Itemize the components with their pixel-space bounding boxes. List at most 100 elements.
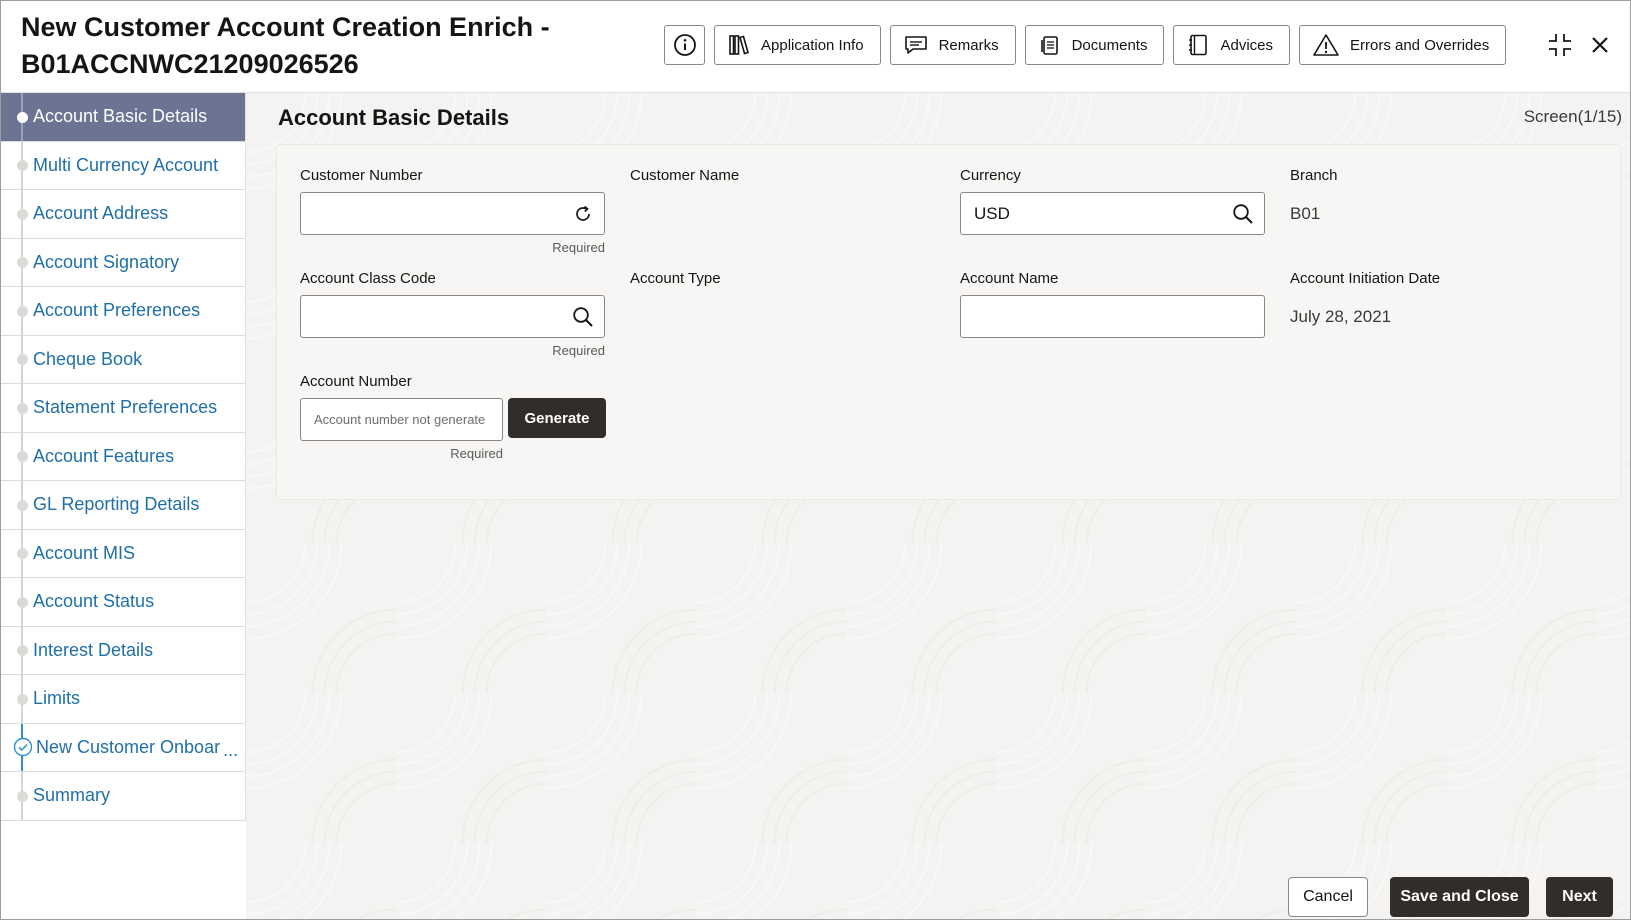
currency-value: USD: [974, 203, 1010, 223]
account-initiation-date-value: July 28, 2021: [1290, 307, 1392, 326]
sidebar-item-interest-details[interactable]: Interest Details: [1, 626, 245, 675]
sidebar-item-label: Cheque Book: [33, 348, 143, 369]
step-dot-icon: [17, 548, 28, 560]
customer-number-input[interactable]: [300, 192, 605, 235]
currency-group: Currency USD: [960, 167, 1265, 235]
errors-overrides-button[interactable]: Errors and Overrides: [1299, 25, 1507, 65]
step-dot-icon: [17, 451, 28, 463]
remarks-label: Remarks: [938, 36, 999, 54]
books-icon: [729, 35, 749, 55]
warning-icon: [1313, 34, 1339, 56]
step-dot-icon: [17, 596, 28, 608]
sidebar-item-account-signatory[interactable]: Account Signatory: [1, 238, 245, 287]
customer-name-group: Customer Name: [630, 167, 739, 184]
sidebar-item-gl-reporting-details[interactable]: GL Reporting Details: [1, 481, 245, 530]
sidebar-item-account-address[interactable]: Account Address: [1, 190, 245, 239]
title-line-1: New Customer Account Creation Enrich -: [21, 12, 550, 42]
branch-label: Branch: [1290, 167, 1338, 184]
sidebar-item-label: Account Address: [33, 203, 169, 224]
step-dot-icon: [17, 402, 28, 414]
documents-label: Documents: [1071, 36, 1148, 54]
customer-number-required: Required: [552, 240, 605, 255]
branch-value: B01: [1290, 204, 1321, 223]
advices-label: Advices: [1220, 36, 1273, 54]
sidebar-item-new-customer-onboarding[interactable]: New Customer Onboar ...: [1, 723, 245, 772]
sidebar-item-label: GL Reporting Details: [33, 494, 200, 515]
currency-label: Currency: [960, 167, 1021, 184]
errors-overrides-label: Errors and Overrides: [1350, 36, 1490, 54]
customer-number-label: Customer Number: [300, 167, 423, 184]
account-number-required: Required: [450, 446, 503, 461]
application-info-button[interactable]: Application Info: [714, 25, 881, 65]
sidebar-item-label: Account Signatory: [33, 251, 180, 272]
step-dot-icon: [17, 111, 28, 123]
app-window: New Customer Account Creation Enrich - B…: [0, 0, 1631, 920]
step-dot-icon: [17, 645, 28, 657]
sidebar-item-label: Account MIS: [33, 542, 136, 563]
search-icon[interactable]: [1232, 203, 1254, 225]
account-class-code-label: Account Class Code: [300, 270, 436, 287]
currency-input[interactable]: USD: [960, 192, 1265, 235]
close-icon[interactable]: [1584, 29, 1616, 61]
account-number-row: Account number not generate Generate: [300, 398, 606, 441]
advices-button[interactable]: Advices: [1173, 25, 1290, 65]
sidebar-item-label: Limits: [33, 688, 81, 709]
screen-counter: Screen(1/15): [1523, 107, 1622, 126]
account-type-group: Account Type: [630, 270, 721, 287]
documents-icon: [1040, 36, 1058, 55]
info-button[interactable]: [664, 25, 705, 65]
sidebar-item-summary[interactable]: Summary: [1, 772, 245, 821]
sidebar-item-label: Account Preferences: [33, 300, 201, 321]
sidebar-item-account-mis[interactable]: Account MIS: [1, 529, 245, 578]
refresh-icon[interactable]: [572, 203, 594, 225]
documents-button[interactable]: Documents: [1024, 25, 1165, 65]
sidebar-item-account-features[interactable]: Account Features: [1, 432, 245, 481]
account-name-group: Account Name: [960, 270, 1265, 338]
sidebar-item-label: Account Status: [33, 591, 155, 612]
sidebar-item-statement-preferences[interactable]: Statement Preferences: [1, 384, 245, 433]
next-button[interactable]: Next: [1546, 877, 1613, 917]
step-dot-icon: [17, 305, 28, 317]
sidebar-item-label: Interest Details: [33, 639, 154, 660]
train-stop-navigation: Account Basic Details Multi Currency Acc…: [1, 93, 246, 821]
title-line-2: B01ACCNWC21209026526: [21, 49, 359, 79]
check-circle-icon: [13, 738, 33, 757]
sidebar-item-label: Summary: [33, 785, 111, 806]
step-dot-icon: [17, 354, 28, 366]
sidebar-item-label: Statement Preferences: [33, 397, 218, 418]
customer-number-group: Customer Number Required: [300, 167, 605, 255]
sidebar-item-multi-currency-account[interactable]: Multi Currency Account: [1, 141, 245, 190]
account-name-input[interactable]: [960, 295, 1265, 338]
sidebar-item-limits[interactable]: Limits: [1, 675, 245, 724]
account-number-group: Account Number Account number not genera…: [300, 373, 606, 461]
sidebar-item-account-status[interactable]: Account Status: [1, 578, 245, 627]
account-number-label: Account Number: [300, 373, 412, 390]
step-dot-icon: [17, 257, 28, 269]
minimize-icon[interactable]: [1544, 29, 1576, 61]
section-title: Account Basic Details: [278, 105, 510, 130]
account-class-code-input[interactable]: [300, 295, 605, 338]
sidebar-item-account-basic-details[interactable]: Account Basic Details: [1, 93, 245, 142]
step-dot-icon: [17, 790, 28, 802]
customer-name-label: Customer Name: [630, 167, 740, 184]
header: New Customer Account Creation Enrich - B…: [1, 1, 1630, 93]
sidebar-item-label: Account Basic Details: [33, 106, 208, 127]
account-number-input[interactable]: Account number not generate: [300, 398, 503, 441]
account-initiation-date-label: Account Initiation Date: [1290, 270, 1441, 287]
account-class-code-group: Account Class Code Required: [300, 270, 605, 358]
sidebar-item-cheque-book[interactable]: Cheque Book: [1, 335, 245, 384]
remarks-button[interactable]: Remarks: [889, 25, 1016, 65]
sidebar-item-account-preferences[interactable]: Account Preferences: [1, 287, 245, 336]
account-name-label: Account Name: [960, 270, 1059, 287]
account-type-label: Account Type: [630, 270, 721, 287]
application-info-label: Application Info: [761, 36, 864, 54]
search-icon[interactable]: [572, 306, 594, 328]
comment-icon: [904, 36, 927, 54]
truncation-ellipsis: ...: [223, 740, 239, 760]
step-dot-icon: [17, 160, 28, 172]
generate-button[interactable]: Generate: [508, 398, 606, 438]
notebook-icon: [1189, 34, 1208, 56]
step-dot-icon: [17, 208, 28, 220]
cancel-button[interactable]: Cancel: [1288, 877, 1368, 917]
save-and-close-button[interactable]: Save and Close: [1390, 877, 1529, 917]
